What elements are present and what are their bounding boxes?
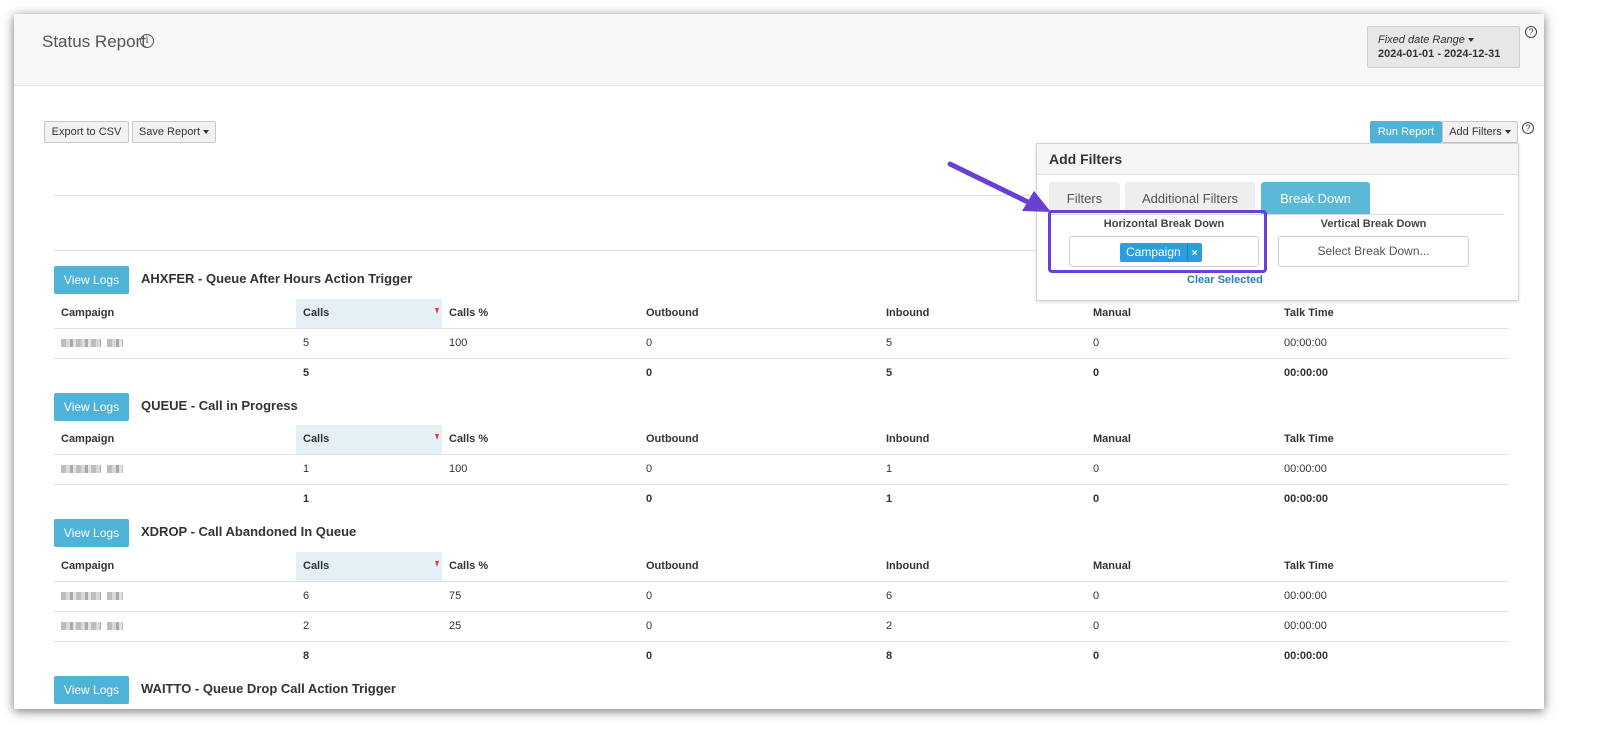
report-window: Status Report i Fixed date Range 2024-01… [14, 14, 1544, 709]
annotation-arrow-icon [947, 161, 1051, 212]
